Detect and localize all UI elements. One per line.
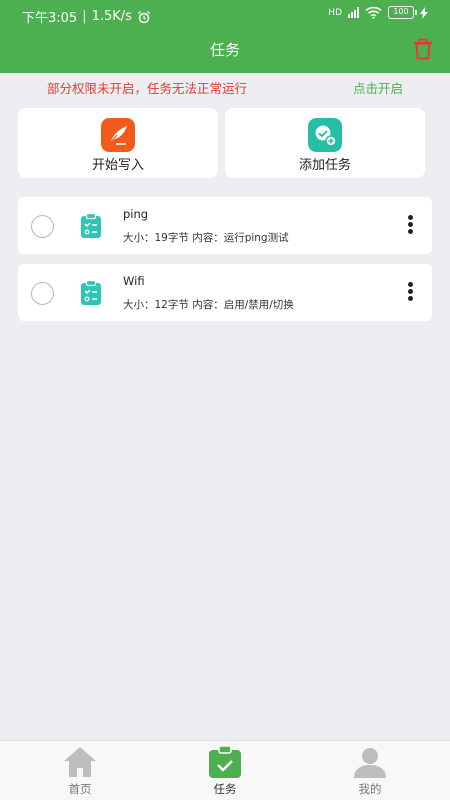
clipboard-icon — [81, 280, 101, 305]
status-speed: 1.5K/s — [91, 9, 132, 24]
app-header: 下午3:05 | 1.5K/s HD 100 任务 — [0, 0, 450, 73]
tab-profile-label: 我的 — [358, 782, 382, 796]
delete-icon[interactable] — [412, 38, 434, 60]
tab-home-label: 首页 — [68, 782, 92, 796]
task-item[interactable]: Wifi 大小：12字节 内容：启用/禁用/切换 — [18, 264, 432, 321]
add-task-label: 添加任务 — [298, 158, 351, 173]
wifi-icon — [365, 6, 382, 19]
warning-text: 部分权限未开启，任务无法正常运行 — [47, 81, 248, 96]
status-bar: 下午3:05 | 1.5K/s HD 100 — [0, 0, 450, 30]
more-options-icon[interactable] — [406, 282, 414, 304]
network-type: HD — [328, 7, 342, 18]
page-title: 任务 — [209, 41, 240, 59]
task-select-radio[interactable] — [31, 215, 54, 238]
task-item[interactable]: ping 大小：19字节 内容：运行ping测试 — [18, 197, 432, 254]
permission-warning: 部分权限未开启，任务无法正常运行 点击开启 — [0, 78, 450, 97]
add-task-button[interactable]: 添加任务 — [225, 108, 425, 178]
charging-icon — [420, 6, 428, 19]
more-options-icon[interactable] — [406, 215, 414, 237]
tab-task[interactable]: 任务 — [150, 741, 300, 800]
start-write-label: 开始写入 — [91, 158, 144, 173]
signal-icon — [348, 7, 359, 18]
status-time: 下午3:05 — [22, 11, 78, 26]
quill-icon — [101, 118, 135, 152]
profile-icon — [354, 748, 386, 778]
alarm-icon — [137, 10, 150, 23]
task-description: 大小：19字节 内容：运行ping测试 — [123, 232, 289, 244]
enable-permission-link[interactable]: 点击开启 — [353, 78, 403, 97]
bottom-navigation: 首页 任务 我的 — [0, 740, 450, 800]
task-icon — [209, 745, 241, 778]
battery-icon: 100 — [388, 6, 417, 19]
clipboard-icon — [81, 213, 101, 238]
task-name: ping — [123, 207, 149, 221]
tab-profile[interactable]: 我的 — [295, 741, 445, 800]
tab-home[interactable]: 首页 — [5, 741, 155, 800]
home-icon — [64, 747, 96, 777]
task-description: 大小：12字节 内容：启用/禁用/切换 — [123, 299, 294, 311]
add-task-icon — [308, 118, 342, 152]
start-write-button[interactable]: 开始写入 — [18, 108, 218, 178]
task-select-radio[interactable] — [31, 282, 54, 305]
tab-task-label: 任务 — [213, 782, 237, 796]
task-name: Wifi — [123, 274, 145, 288]
